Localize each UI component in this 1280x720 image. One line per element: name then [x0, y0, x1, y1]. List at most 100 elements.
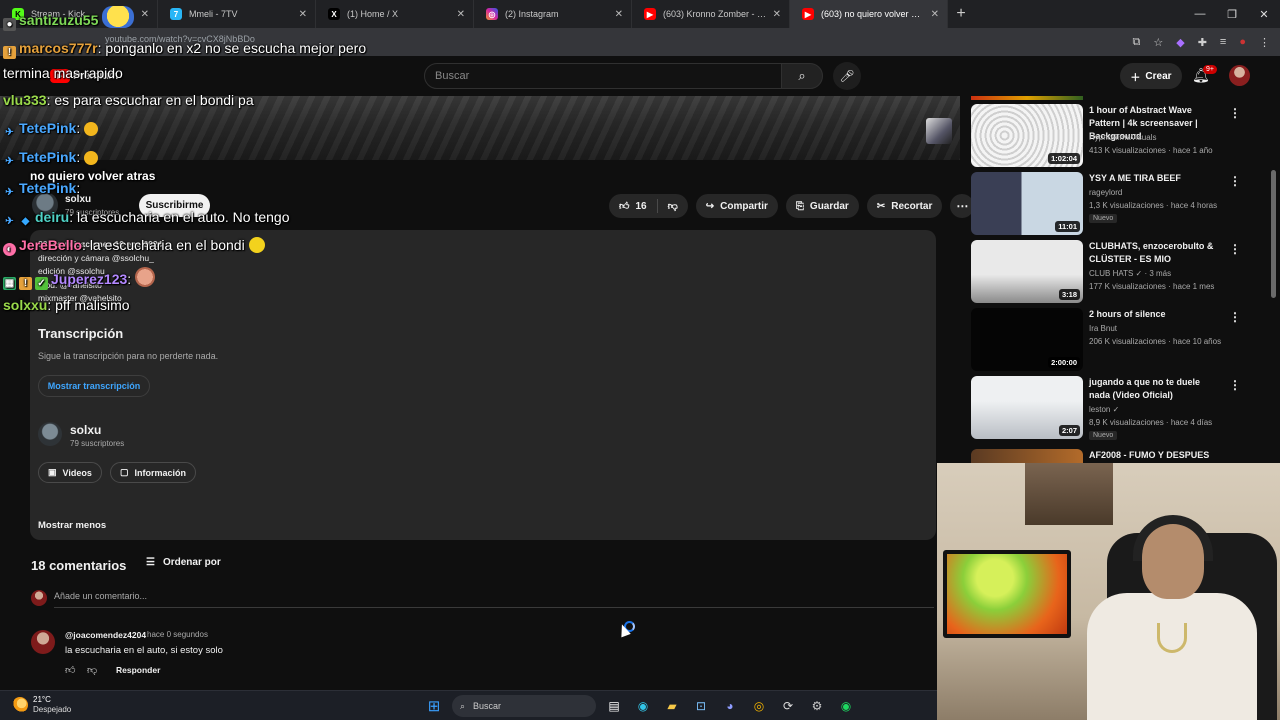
video-thumbnail[interactable]: 2:00:00	[971, 308, 1083, 371]
channel-name[interactable]: CLUB HATS ✓ · 3 más	[1089, 269, 1171, 278]
youtube-logo[interactable]: ▶ Premium	[50, 69, 118, 83]
puzzle-icon[interactable]: ✚	[1198, 36, 1207, 49]
channel-name[interactable]: solxu	[70, 423, 101, 437]
add-comment-input[interactable]: Añade un comentario...	[54, 591, 934, 608]
bookmark-star-icon[interactable]: ☆	[1153, 36, 1163, 49]
recommendation-item[interactable]: 1:02:04 1 hour of Abstract Wave Pattern …	[971, 104, 1241, 168]
video-title[interactable]: 2 hours of silence	[1089, 308, 1219, 321]
close-icon[interactable]: ✕	[457, 9, 465, 20]
recommendation-item[interactable]: 3:18 CLUBHATS, enzocerobulto & CLÜSTER -…	[971, 240, 1241, 304]
maximize-icon[interactable]: ❐	[1216, 0, 1248, 28]
menu-icon[interactable]: ⋮	[1259, 36, 1270, 49]
channel-avatar[interactable]	[38, 422, 62, 446]
video-thumbnail[interactable]: 1:02:04	[971, 104, 1083, 167]
dislike-button[interactable]: 👎︎	[658, 194, 688, 218]
tab-7tv[interactable]: 7 Mmeli - 7TV ✕	[158, 0, 316, 28]
comment-author[interactable]: @joacomendez4204	[65, 630, 146, 640]
more-vertical-icon[interactable]: ⋮	[1229, 378, 1241, 392]
discord-icon[interactable]: ◕	[719, 695, 741, 717]
new-tab-button[interactable]: +	[948, 0, 974, 28]
description-box[interactable]: 82 visualizaciones 10 ene 2024 dirección…	[30, 230, 936, 540]
tab-x[interactable]: X (1) Home / X ✕	[316, 0, 474, 28]
account-avatar[interactable]	[1229, 65, 1250, 86]
taskbar-search[interactable]: ⌕ Buscar	[452, 695, 596, 717]
tab-youtube-kronno[interactable]: ▶ (603) Kronno Zomber - Chica g ✕	[632, 0, 790, 28]
video-thumbnail[interactable]	[971, 449, 1083, 463]
voice-search-button[interactable]: 🎤︎	[833, 62, 861, 90]
show-transcript-button[interactable]: Mostrar transcripción	[38, 375, 150, 397]
tab-kick[interactable]: K Stream - Kick ✕	[0, 0, 158, 28]
recommendation-item[interactable]: 11:01 YSY A ME TIRA BEEF rageylord 1,3 K…	[971, 172, 1241, 236]
more-vertical-icon[interactable]: ⋮	[1229, 242, 1241, 256]
video-title[interactable]: CLUBHATS, enzocerobulto & CLÜSTER - ES M…	[1089, 240, 1219, 266]
settings-gear-icon[interactable]: ⚙	[806, 695, 828, 717]
url-field[interactable]: youtube.com/watch?v=cvCX8jNbBDo	[105, 34, 255, 44]
tab-instagram[interactable]: ◎ (2) Instagram ✕	[474, 0, 632, 28]
store-icon[interactable]: ⊡	[690, 695, 712, 717]
reply-button[interactable]: Responder	[116, 665, 160, 675]
task-view-icon[interactable]: ▤	[603, 695, 625, 717]
close-icon[interactable]: ✕	[141, 9, 149, 20]
video-thumbnail-preview	[926, 118, 952, 144]
extension-icon[interactable]: ◆	[1176, 36, 1184, 49]
show-less-button[interactable]: Mostrar menos	[38, 520, 106, 531]
close-icon[interactable]: ✕	[931, 9, 939, 20]
minimize-icon[interactable]: —	[1184, 0, 1216, 28]
video-thumbnail[interactable]: 2:07	[971, 376, 1083, 439]
video-player[interactable]	[0, 96, 960, 160]
channel-name[interactable]: solxu	[65, 194, 91, 205]
subscribe-button[interactable]: Suscribirme	[139, 194, 210, 217]
chrome-icon[interactable]: ◎	[748, 695, 770, 717]
app-icon[interactable]: ⟳	[777, 695, 799, 717]
search-button[interactable]: ⌕	[781, 63, 823, 89]
search-input[interactable]: Buscar	[424, 63, 782, 89]
comment-dislike-icon[interactable]: 👎︎	[87, 664, 97, 676]
windows-start-icon[interactable]: ⊞	[423, 695, 445, 717]
create-button[interactable]: ＋ Crear	[1120, 63, 1182, 89]
more-vertical-icon[interactable]: ⋮	[1229, 106, 1241, 120]
videos-button[interactable]: ▣ Videos	[38, 462, 102, 483]
file-explorer-icon[interactable]: ▰	[661, 695, 683, 717]
close-icon[interactable]: ✕	[615, 9, 623, 20]
more-vertical-icon[interactable]: ⋮	[1229, 310, 1241, 324]
necklace	[1157, 623, 1187, 653]
video-thumbnail[interactable]: 11:01	[971, 172, 1083, 235]
info-button[interactable]: ▢ Información	[110, 462, 197, 483]
scrollbar[interactable]	[1271, 170, 1276, 298]
recommendation-item[interactable]: 2:00:00 2 hours of silence Ira Bnut 206 …	[971, 308, 1241, 372]
video-thumbnail[interactable]: 3:18	[971, 240, 1083, 303]
channel-name[interactable]: Ira Bnut	[1089, 324, 1117, 333]
channel-avatar[interactable]	[32, 192, 58, 218]
cast-icon[interactable]: ⧉	[1133, 36, 1141, 49]
recommendation-item[interactable]: 2:07 jugando a que no te duele nada (Vid…	[971, 376, 1241, 440]
video-title[interactable]: AF2008 - FUMO Y DESPUES	[1089, 449, 1219, 462]
channel-name[interactable]: HypnoRimaVisuals	[1089, 133, 1156, 142]
more-vertical-icon[interactable]: ⋮	[1229, 174, 1241, 188]
channel-name[interactable]: leston ✓	[1089, 405, 1119, 414]
like-button[interactable]: 👍︎ 16	[609, 194, 657, 218]
windows-taskbar: 21°C Despejado ⊞ ⌕ Buscar ▤ ◉ ▰ ⊡ ◕ ◎ ⟳ …	[0, 690, 937, 720]
edge-icon[interactable]: ◉	[632, 695, 654, 717]
recommendation-item[interactable]: AF2008 - FUMO Y DESPUES ⋮	[971, 449, 1231, 463]
spotify-icon[interactable]: ◉	[835, 695, 857, 717]
profile-icon[interactable]: ●	[1239, 36, 1246, 48]
save-button[interactable]: ⎘ Guardar	[785, 194, 859, 218]
close-icon[interactable]: ✕	[299, 9, 307, 20]
comment-avatar[interactable]	[31, 630, 55, 654]
scissors-icon: ✂	[876, 200, 886, 212]
close-window-icon[interactable]: ✕	[1248, 0, 1280, 28]
video-duration: 3:18	[1058, 289, 1080, 300]
close-icon[interactable]: ✕	[773, 9, 781, 20]
tab-youtube-current[interactable]: ▶ (603) no quiero volver atras - Y ✕	[790, 0, 948, 28]
weather-sun-icon[interactable]	[12, 697, 28, 713]
comment-like-icon[interactable]: 👍︎	[65, 664, 75, 676]
video-title[interactable]: jugando a que no te duele nada (Video Of…	[1089, 376, 1219, 402]
more-vertical-icon[interactable]: ⋮	[1229, 451, 1231, 463]
video-title[interactable]: YSY A ME TIRA BEEF	[1089, 172, 1219, 185]
sort-button[interactable]: ☰ Ordenar por	[146, 557, 221, 568]
share-button[interactable]: ↪ Compartir	[695, 194, 778, 218]
clip-button[interactable]: ✂ Recortar	[866, 194, 943, 218]
browser-tab-strip: K Stream - Kick ✕ 7 Mmeli - 7TV ✕ X (1) …	[0, 0, 1280, 28]
media-icon[interactable]: ≡	[1220, 36, 1226, 48]
channel-name[interactable]: rageylord	[1089, 188, 1122, 197]
